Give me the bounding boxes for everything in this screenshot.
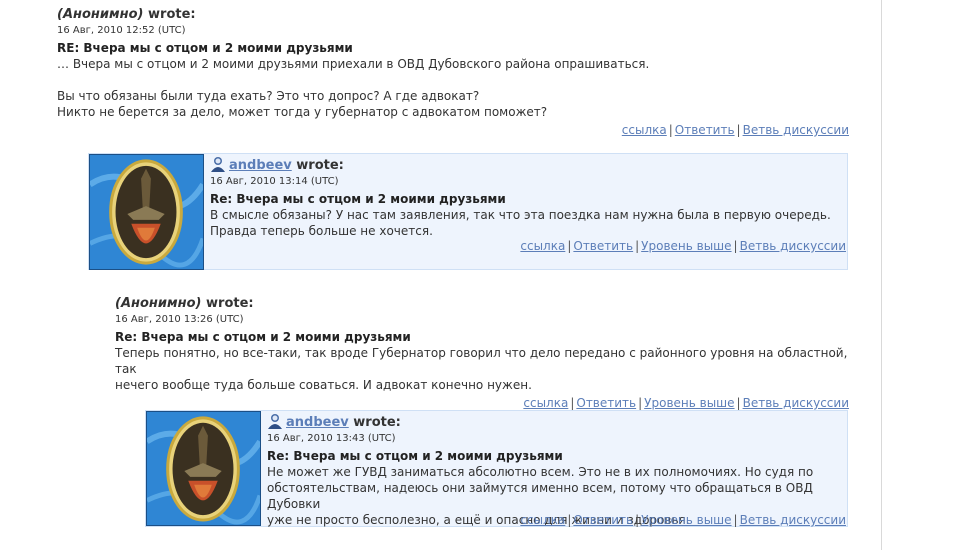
comment-author: (Анонимно) (57, 7, 144, 22)
link-reply[interactable]: Ответить (675, 123, 735, 137)
comment-date: 16 Авг, 2010 12:52 (UTC) (57, 25, 186, 36)
comment-subject: Re: Вчера мы с отцом и 2 моими друзьями (210, 192, 506, 206)
link-permalink[interactable]: ссылка (622, 123, 667, 137)
user-head-icon[interactable] (210, 156, 226, 172)
comment-author: (Анонимно) (115, 296, 202, 311)
comment-author-line: andbeev wrote: (267, 413, 847, 431)
comment-1: (Анонимно) wrote: 16 Авг, 2010 12:52 (UT… (57, 6, 849, 138)
comment-author-line: (Анонимно) wrote: (115, 295, 849, 312)
link-separator: | (635, 239, 640, 253)
comment-body: andbeev wrote: 16 Авг, 2010 13:14 (UTC) … (210, 154, 847, 253)
link-reply[interactable]: Ответить (576, 396, 636, 410)
link-thread[interactable]: Ветвь дискуссии (743, 396, 849, 410)
comment-author-link[interactable]: andbeev (229, 158, 292, 173)
comment-3: (Анонимно) wrote: 16 Авг, 2010 13:26 (UT… (115, 295, 849, 411)
avatar-image (90, 155, 203, 269)
user-head-icon[interactable] (267, 413, 283, 429)
comment-links: ссылка | Ответить | Уровень выше | Ветвь диску… (520, 512, 846, 528)
link-separator: | (638, 396, 643, 410)
comment-links: ссылка | Ответить | Ветвь дискуссии (57, 122, 849, 138)
link-permalink[interactable]: ссылка (520, 513, 565, 527)
comment-author-link[interactable]: andbeev (286, 415, 349, 430)
link-separator: | (668, 123, 673, 137)
link-permalink[interactable]: ссылка (523, 396, 568, 410)
link-separator: | (570, 396, 575, 410)
comment-author-line: (Анонимно) wrote: (57, 6, 849, 23)
userpic-avatar[interactable] (146, 411, 261, 526)
comment-text-line (57, 72, 849, 88)
comment-date: 16 Авг, 2010 13:43 (UTC) (267, 433, 396, 444)
avatar-image (147, 412, 260, 525)
comment-date: 16 Авг, 2010 13:26 (UTC) (115, 314, 244, 325)
link-parent[interactable]: Уровень выше (641, 513, 731, 527)
comment-date: 16 Авг, 2010 13:14 (UTC) (210, 176, 339, 187)
link-separator: | (736, 123, 741, 137)
link-parent[interactable]: Уровень выше (641, 239, 731, 253)
comment-4: andbeev wrote: 16 Авг, 2010 13:43 (UTC) … (145, 410, 848, 527)
comment-text-line: обстоятельствам, надеюсь они займутся им… (267, 481, 813, 511)
comment-text-line: нечего вообще туда больше соваться. И ад… (115, 378, 532, 392)
comment-body: andbeev wrote: 16 Авг, 2010 13:43 (UTC) … (267, 411, 847, 528)
comment-links: ссылка | Ответить | Уровень выше | Ветвь диску… (520, 238, 846, 254)
link-separator: | (635, 513, 640, 527)
userpic-avatar[interactable] (89, 154, 204, 270)
link-parent[interactable]: Уровень выше (644, 396, 734, 410)
page-divider (881, 0, 882, 550)
link-separator: | (733, 513, 738, 527)
wrote-label: wrote: (206, 296, 254, 311)
wrote-label: wrote: (353, 415, 401, 430)
comment-2: andbeev wrote: 16 Авг, 2010 13:14 (UTC) … (88, 153, 848, 270)
link-reply[interactable]: Ответить (573, 239, 633, 253)
link-thread[interactable]: Ветвь дискуссии (740, 239, 846, 253)
comment-subject: RE: Вчера мы с отцом и 2 моими друзьями (57, 41, 353, 55)
link-thread[interactable]: Ветвь дискуссии (743, 123, 849, 137)
comment-text-line: Правда теперь больше не хочется. (210, 224, 433, 238)
comment-subject: Re: Вчера мы с отцом и 2 моими друзьями (115, 330, 411, 344)
comment-text-line: Никто не берется за дело, может тогда у … (57, 105, 548, 119)
comment-text-line: Вы что обязаны были туда ехать? Это что … (57, 89, 480, 103)
comment-text-line: … Вчера мы с отцом и 2 моими друзьями пр… (57, 57, 650, 71)
link-separator: | (567, 239, 572, 253)
wrote-label: wrote: (296, 158, 344, 173)
comment-author-line: andbeev wrote: (210, 156, 847, 174)
comment-text-line: В смысле обязаны? У нас там заявления, т… (210, 208, 831, 222)
comment-text-line: Теперь понятно, но все-таки, так вроде Г… (115, 346, 848, 376)
link-separator: | (733, 239, 738, 253)
link-permalink[interactable]: ссылка (520, 239, 565, 253)
link-separator: | (567, 513, 572, 527)
link-reply[interactable]: Ответить (573, 513, 633, 527)
comment-text-line: Не может же ГУВД заниматься абсолютно вс… (267, 465, 814, 479)
comment-links: ссылка | Ответить | Уровень выше | Ветвь диску… (115, 395, 849, 411)
link-separator: | (736, 396, 741, 410)
wrote-label: wrote: (148, 7, 196, 22)
comment-subject: Re: Вчера мы с отцом и 2 моими друзьями (267, 449, 563, 463)
link-thread[interactable]: Ветвь дискуссии (740, 513, 846, 527)
